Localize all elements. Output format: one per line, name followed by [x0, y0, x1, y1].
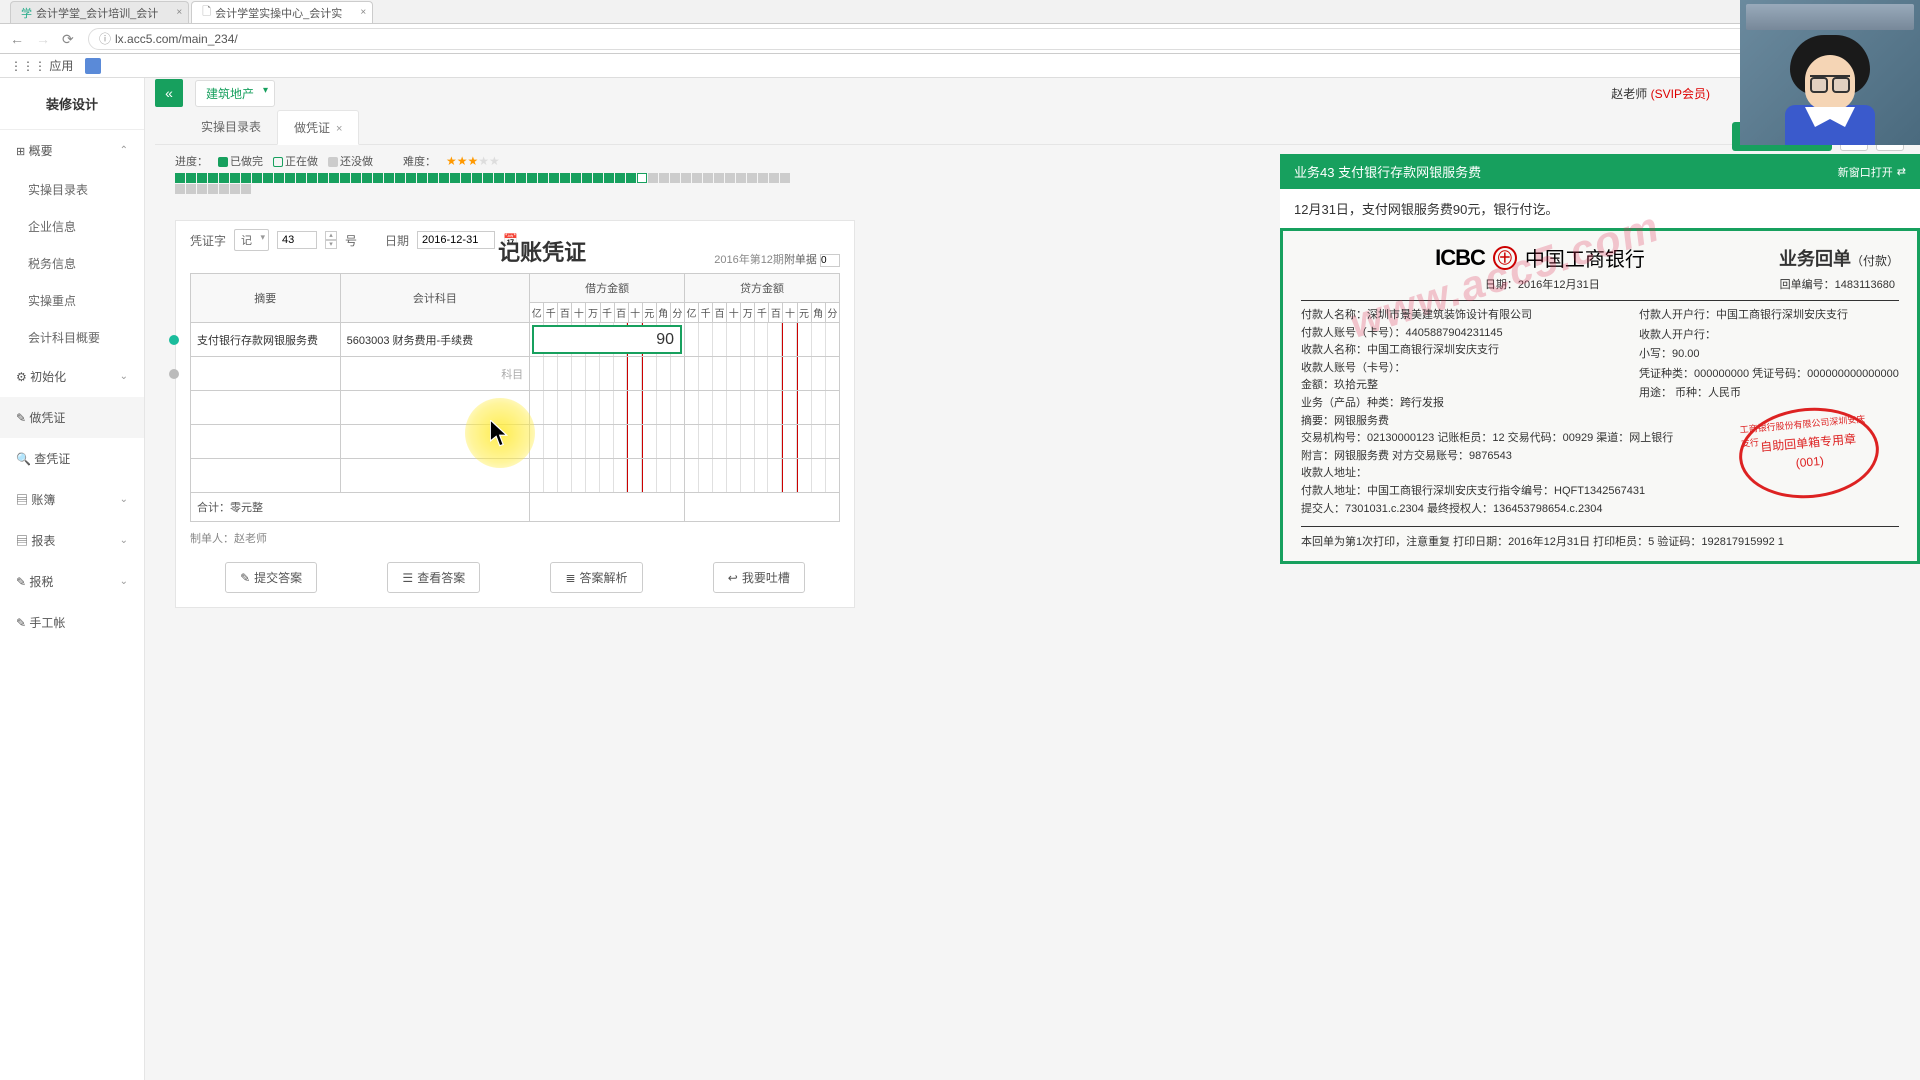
sidebar-item-key[interactable]: 实操重点 [0, 282, 144, 319]
sidebar-item-catalog[interactable]: 实操目录表 [0, 171, 144, 208]
sidebar-group-init[interactable]: ⚙ 初始化⌄ [0, 356, 144, 397]
sidebar-group-manual[interactable]: ✎ 手工帐 [0, 602, 144, 643]
col-account: 会计科目 [340, 274, 530, 323]
back-icon[interactable]: ← [10, 31, 26, 47]
action-buttons: ✎ 提交答案 ☰ 查看答案 ≣ 答案解析 ↩ 我要吐槽 [190, 562, 840, 593]
content-area: « 建筑地产 赵老师 (SVIP会员) 实操目录表 做凭证× 进度： 已做完 正… [145, 78, 1920, 1080]
attach-count-input[interactable] [820, 254, 840, 267]
tab-catalog[interactable]: 实操目录表 [185, 110, 277, 144]
forward-icon[interactable]: → [36, 31, 52, 47]
voucher-word-select[interactable]: 记 [234, 229, 269, 251]
panel-header: 业务43 支付银行存款网银服务费 新窗口打开 ⇄ [1280, 154, 1920, 189]
sidebar-collapse-button[interactable]: « [155, 79, 183, 107]
receipt-body: 付款人名称：深圳市景美建筑装饰设计有限公司付款人账号（卡号）：440588790… [1301, 307, 1899, 518]
table-row[interactable] [191, 425, 840, 459]
receipt-image: www.acc5.com ICBC ㊉ 中国工商银行 业务回单（付款） 日期：2… [1280, 228, 1920, 564]
chevron-down-icon: ⌄ [120, 535, 128, 546]
view-answer-button[interactable]: ☰ 查看答案 [387, 562, 480, 593]
sidebar-item-company[interactable]: 企业信息 [0, 208, 144, 245]
voucher-attach: 附单据 [784, 251, 840, 267]
number-spinner[interactable]: ▴▾ [325, 231, 337, 249]
sidebar-group-voucher[interactable]: ✎ 做凭证 [0, 397, 144, 438]
category-dropdown[interactable]: 建筑地产 [195, 80, 275, 107]
sidebar-item-subjects[interactable]: 会计科目概要 [0, 319, 144, 356]
browser-tab-0[interactable]: 学会计学堂_会计培训_会计× [10, 1, 189, 23]
tab-voucher[interactable]: 做凭证× [277, 110, 359, 145]
receipt-footer: 本回单为第1次打印，注意重复 打印日期：2016年12月31日 打印柜员：5 验… [1301, 526, 1899, 549]
popout-button[interactable]: 新窗口打开 ⇄ [1838, 164, 1906, 180]
close-icon[interactable]: × [336, 123, 342, 135]
voucher-form: 凭证字 记 ▴▾ 号 日期 📅 记账凭证 2016年第12期 附单据 摘要 会计… [175, 220, 855, 608]
complain-button[interactable]: ↩ 我要吐槽 [713, 562, 805, 593]
debit-amount-input[interactable]: 90 [532, 325, 682, 354]
chevron-down-icon: ⌄ [120, 371, 128, 382]
browser-tabs: 学会计学堂_会计培训_会计× 🗋会计学堂实操中心_会计实× [0, 0, 1920, 24]
voucher-number-input[interactable] [277, 231, 317, 249]
apps-icon[interactable]: ⋮⋮⋮ 应用 [10, 57, 73, 74]
table-row[interactable]: 支付银行存款网银服务费 5603003 财务费用-手续费 90 [191, 323, 840, 357]
panel-description: 12月31日，支付网银服务费90元，银行付讫。 [1280, 189, 1920, 228]
reload-icon[interactable]: ⟳ [62, 31, 78, 47]
sidebar-item-tax[interactable]: 税务信息 [0, 245, 144, 282]
table-row[interactable] [191, 391, 840, 425]
progress-bar [145, 173, 825, 200]
close-icon[interactable]: × [176, 7, 182, 18]
chevron-down-icon: ⌄ [120, 494, 128, 505]
icbc-logo-icon: ㊉ [1493, 246, 1517, 270]
maker-row: 制单人：赵老师 [190, 530, 840, 546]
bookmark-item[interactable] [85, 58, 101, 74]
submit-answer-button[interactable]: ✎ 提交答案 [225, 562, 317, 593]
voucher-title: 记账凭证 [370, 235, 714, 267]
icbc-logo-text: ICBC [1435, 245, 1485, 271]
icbc-cn-name: 中国工商银行 [1525, 243, 1645, 272]
voucher-period: 2016年第12期 [714, 251, 784, 267]
inner-tabs: 实操目录表 做凭证× [155, 108, 1920, 145]
webcam-overlay [1740, 0, 1920, 145]
difficulty-stars: ★★★★★ [446, 154, 500, 168]
url-input[interactable]: ⓘlx.acc5.com/main_234/ [88, 28, 1910, 50]
sidebar-header: 装修设计 [0, 78, 144, 130]
col-summary: 摘要 [191, 274, 341, 323]
total-row: 合计：零元整 [191, 493, 840, 522]
progress-label: 进度： [175, 153, 208, 169]
voucher-table: 摘要 会计科目 借方金额 贷方金额 亿千百十万千百十元角分亿千百十万千百十元角分… [190, 273, 840, 522]
right-panel: 业务43 支付银行存款网银服务费 新窗口打开 ⇄ 12月31日，支付网银服务费9… [1280, 154, 1920, 564]
app-root: 装修设计 ⊞ 概要⌃ 实操目录表 企业信息 税务信息 实操重点 会计科目概要 ⚙… [0, 78, 1920, 1080]
chevron-down-icon: ⌄ [120, 576, 128, 587]
sidebar-group-taxfile[interactable]: ✎ 报税⌄ [0, 561, 144, 602]
row-marker-icon [169, 335, 179, 345]
top-bar: « 建筑地产 赵老师 (SVIP会员) [145, 78, 1920, 108]
analysis-button[interactable]: ≣ 答案解析 [550, 562, 642, 593]
table-row[interactable] [191, 459, 840, 493]
bookmarks-bar: ⋮⋮⋮ 应用 [0, 54, 1920, 78]
user-info: 赵老师 (SVIP会员) [1611, 85, 1710, 102]
chevron-up-icon: ⌃ [120, 145, 128, 156]
sidebar-group-book[interactable]: ▤ 账簿⌄ [0, 479, 144, 520]
row-marker-icon [169, 369, 179, 379]
sidebar-group-search[interactable]: 🔍 查凭证 [0, 438, 144, 479]
table-row[interactable]: 科目 [191, 357, 840, 391]
col-debit: 借方金额 [530, 274, 685, 303]
browser-tab-1[interactable]: 🗋会计学堂实操中心_会计实× [191, 1, 373, 23]
col-credit: 贷方金额 [685, 274, 840, 303]
sidebar: 装修设计 ⊞ 概要⌃ 实操目录表 企业信息 税务信息 实操重点 会计科目概要 ⚙… [0, 78, 145, 1080]
close-icon[interactable]: × [360, 7, 366, 18]
browser-urlbar: ← → ⟳ ⓘlx.acc5.com/main_234/ [0, 24, 1920, 54]
sidebar-group-report[interactable]: ▤ 报表⌄ [0, 520, 144, 561]
sidebar-group-overview[interactable]: ⊞ 概要⌃ [0, 130, 144, 171]
